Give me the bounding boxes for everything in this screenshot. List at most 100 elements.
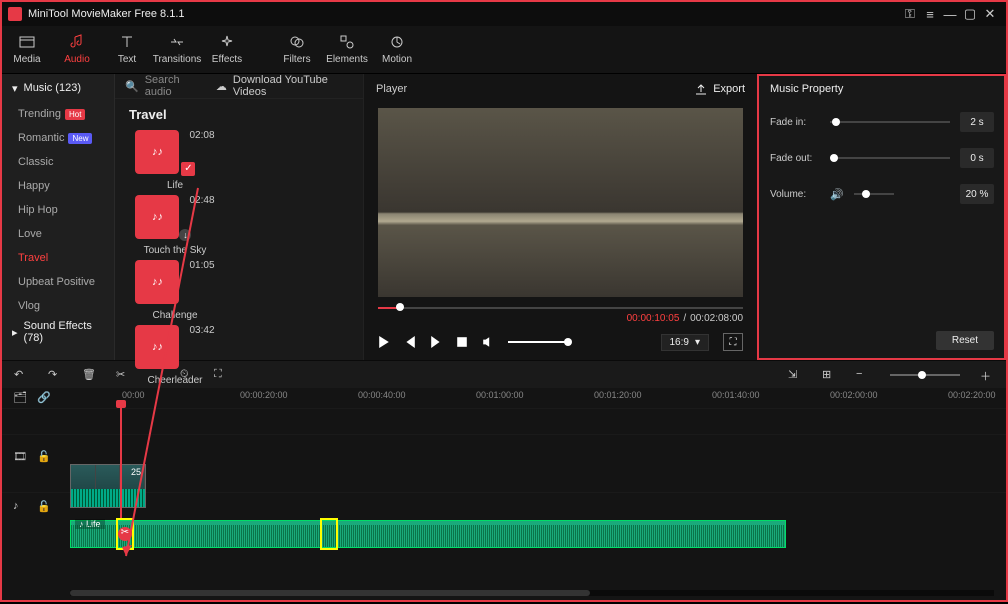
search-input[interactable]: Search audio bbox=[145, 74, 204, 98]
download-youtube-link[interactable]: Download YouTube Videos bbox=[233, 74, 353, 98]
volume-slider[interactable] bbox=[508, 341, 568, 343]
fade-in-slider[interactable] bbox=[830, 121, 950, 123]
sidebar-item-travel[interactable]: Travel bbox=[2, 246, 114, 270]
lock-icon[interactable]: 🔓 bbox=[37, 450, 51, 464]
menu-icon[interactable]: ≡ bbox=[920, 7, 940, 22]
tl-link-icon[interactable]: 🔗 bbox=[37, 391, 51, 405]
fit-button[interactable]: ⇲ bbox=[788, 368, 802, 382]
seek-slider[interactable] bbox=[378, 303, 743, 313]
time-separator: / bbox=[683, 313, 686, 324]
sidebar-item-trending[interactable]: TrendingHot bbox=[2, 102, 114, 126]
tab-motion-label: Motion bbox=[382, 54, 412, 65]
audio-track-icon: ♪ bbox=[13, 500, 27, 514]
ruler-tick: 00:02:00:00 bbox=[830, 390, 878, 400]
video-clip[interactable]: 25 bbox=[70, 464, 146, 508]
tab-filters[interactable]: Filters bbox=[272, 26, 322, 73]
new-badge: New bbox=[68, 133, 92, 144]
tab-effects-label: Effects bbox=[212, 54, 242, 65]
prop-volume-slider[interactable] bbox=[854, 193, 894, 195]
sidebar-item-hiphop[interactable]: Hip Hop bbox=[2, 198, 114, 222]
tab-audio[interactable]: Audio bbox=[52, 26, 102, 73]
category-soundeffects[interactable]: ▸Sound Effects (78) bbox=[2, 318, 114, 346]
library-section-title: Travel bbox=[115, 99, 363, 130]
license-key-icon[interactable]: ⚿ bbox=[900, 6, 920, 22]
play-button[interactable] bbox=[378, 336, 390, 348]
music-card[interactable]: ♪♪ 02:48 Touch the Sky bbox=[129, 195, 221, 256]
tl-media-icon[interactable]: 🗂 bbox=[13, 391, 27, 405]
tab-audio-label: Audio bbox=[64, 54, 90, 65]
preview-player: Player Export 00:00:10:05/00:02:08:00 16… bbox=[363, 74, 757, 360]
fade-out-slider[interactable] bbox=[830, 157, 950, 159]
split-marker-left[interactable] bbox=[116, 518, 134, 550]
music-note-icon: ♪♪✓ bbox=[135, 130, 179, 174]
close-button[interactable]: ✕ bbox=[980, 6, 1000, 22]
stop-button[interactable] bbox=[456, 336, 468, 348]
snap-button[interactable]: ⊞ bbox=[822, 368, 836, 382]
timeline: 🗂 🔗 00:0000:00:20:0000:00:40:0000:01:00:… bbox=[2, 388, 1006, 600]
fade-out-value[interactable]: 0 s bbox=[960, 148, 994, 168]
undo-button[interactable]: ↶ bbox=[14, 368, 28, 382]
music-note-icon: ♪♪ bbox=[135, 260, 179, 304]
category-sidebar: ▾Music (123) TrendingHot RomanticNew Cla… bbox=[2, 74, 115, 360]
sidebar-item-upbeat[interactable]: Upbeat Positive bbox=[2, 270, 114, 294]
aspect-ratio-select[interactable]: 16:9▾ bbox=[661, 334, 710, 351]
minimize-button[interactable]: — bbox=[940, 7, 960, 22]
music-name: Challenge bbox=[152, 310, 197, 321]
sidebar-item-romantic[interactable]: RomanticNew bbox=[2, 126, 114, 150]
music-name: Life bbox=[167, 180, 183, 191]
video-canvas[interactable] bbox=[378, 108, 743, 297]
duration-label: 02:48 bbox=[189, 195, 214, 206]
sidebar-item-love[interactable]: Love bbox=[2, 222, 114, 246]
tab-text[interactable]: Text bbox=[102, 26, 152, 73]
ruler-tick: 00:02:20:00 bbox=[948, 390, 996, 400]
audio-clip[interactable] bbox=[70, 520, 786, 548]
split-marker-right[interactable] bbox=[320, 518, 338, 550]
tab-media[interactable]: Media bbox=[2, 26, 52, 73]
sidebar-item-happy[interactable]: Happy bbox=[2, 174, 114, 198]
window-title: MiniTool MovieMaker Free 8.1.1 bbox=[28, 8, 900, 20]
tab-motion[interactable]: Motion bbox=[372, 26, 422, 73]
ruler-tick: 00:01:40:00 bbox=[712, 390, 760, 400]
export-button[interactable]: Export bbox=[695, 83, 745, 95]
tab-effects[interactable]: Effects bbox=[202, 26, 252, 73]
titlebar: MiniTool MovieMaker Free 8.1.1 ⚿ ≡ — ▢ ✕ bbox=[2, 2, 1006, 26]
sidebar-item-classic[interactable]: Classic bbox=[2, 150, 114, 174]
reset-button[interactable]: Reset bbox=[936, 331, 994, 350]
music-card[interactable]: ♪♪✓02:08Life bbox=[129, 130, 221, 191]
zoom-slider[interactable] bbox=[890, 374, 960, 376]
music-card[interactable]: ♪♪01:05Challenge bbox=[129, 260, 221, 321]
prev-button[interactable] bbox=[404, 336, 416, 348]
property-title: Music Property bbox=[758, 74, 1006, 104]
volume-value[interactable]: 20 % bbox=[960, 184, 994, 204]
music-note-icon: ♪♪ bbox=[135, 325, 179, 369]
total-time: 00:02:08:00 bbox=[690, 313, 743, 324]
speaker-icon[interactable]: 🔊 bbox=[830, 188, 844, 201]
music-card[interactable]: ♪♪03:42Cheerleader bbox=[129, 325, 221, 386]
fade-in-label: Fade in: bbox=[770, 117, 820, 128]
tab-transitions[interactable]: Transitions bbox=[152, 26, 202, 73]
music-name: Touch the Sky bbox=[144, 245, 207, 256]
tab-elements[interactable]: Elements bbox=[322, 26, 372, 73]
category-music[interactable]: ▾Music (123) bbox=[2, 74, 114, 102]
video-track-icon: 🎞 bbox=[13, 450, 27, 464]
volume-label: Volume: bbox=[770, 189, 820, 200]
clip-frame-count: 25 bbox=[131, 467, 141, 477]
delete-button[interactable]: 🗑 bbox=[82, 368, 96, 382]
maximize-button[interactable]: ▢ bbox=[960, 6, 980, 22]
playhead[interactable] bbox=[120, 402, 122, 520]
zoom-in-button[interactable]: ＋ bbox=[980, 368, 994, 382]
music-note-icon: ♪♪ bbox=[135, 195, 179, 239]
fullscreen-button[interactable]: ⛶ bbox=[723, 333, 743, 351]
volume-icon[interactable] bbox=[482, 336, 494, 348]
music-name: Cheerleader bbox=[147, 375, 202, 386]
fade-in-value[interactable]: 2 s bbox=[960, 112, 994, 132]
search-icon[interactable]: 🔍 bbox=[125, 80, 139, 93]
redo-button[interactable]: ↷ bbox=[48, 368, 62, 382]
lock-icon[interactable]: 🔓 bbox=[37, 500, 51, 514]
sidebar-item-vlog[interactable]: Vlog bbox=[2, 294, 114, 318]
timeline-scrollbar[interactable] bbox=[70, 590, 994, 596]
ruler-tick: 00:00 bbox=[122, 390, 145, 400]
split-button[interactable]: ✂ bbox=[116, 368, 130, 382]
zoom-out-button[interactable]: − bbox=[856, 368, 870, 382]
next-button[interactable] bbox=[430, 336, 442, 348]
